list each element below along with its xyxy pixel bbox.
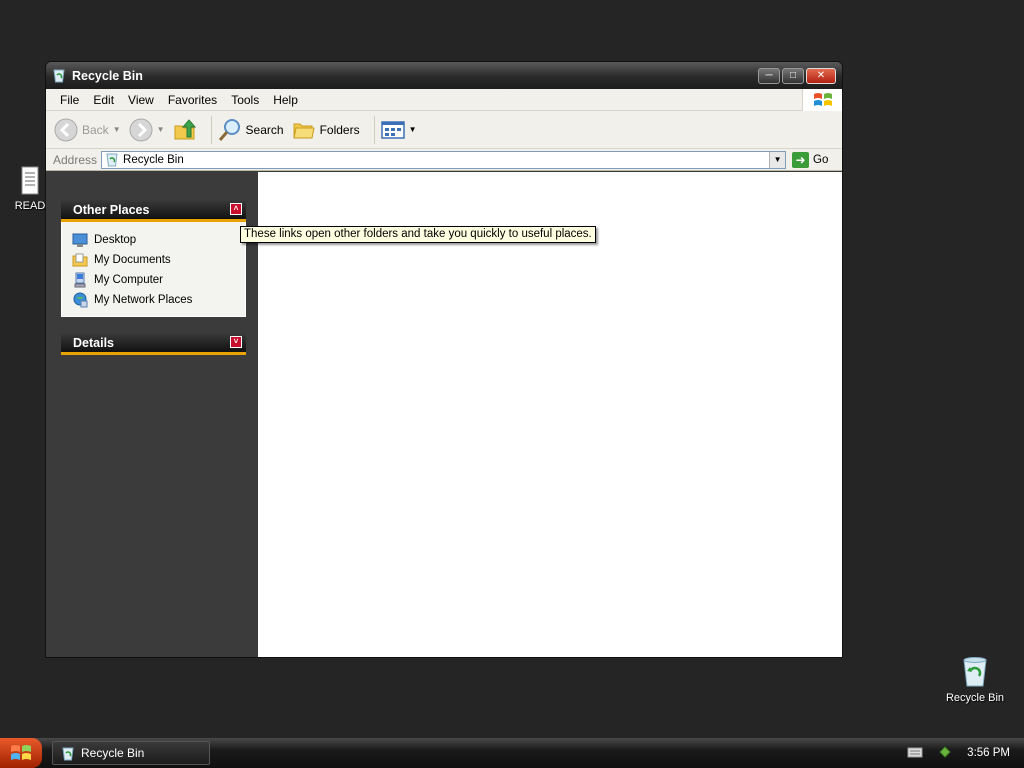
text-file-icon	[21, 166, 39, 195]
menu-help[interactable]: Help	[266, 93, 305, 107]
go-label: Go	[813, 153, 829, 166]
maximize-button[interactable]: □	[782, 67, 804, 84]
windows-logo-icon	[11, 745, 31, 760]
back-label: Back	[82, 122, 109, 137]
go-button[interactable]: ➜ Go	[792, 151, 829, 168]
recycle-bin-icon	[963, 657, 987, 687]
views-button[interactable]: ▼	[380, 120, 417, 140]
window-title: Recycle Bin	[72, 68, 143, 83]
link-label: Desktop	[94, 234, 137, 246]
back-button[interactable]: Back	[54, 118, 109, 142]
forward-dropdown-icon[interactable]: ▼	[157, 125, 165, 134]
start-button[interactable]	[0, 738, 42, 768]
taskbar: Recycle Bin 3:56 PM	[0, 738, 1024, 768]
menu-favorites[interactable]: Favorites	[161, 93, 224, 107]
details-title: Details	[73, 335, 114, 350]
address-bar: Address Recycle Bin ▼ ➜ Go	[46, 149, 842, 171]
maximize-icon: □	[789, 70, 797, 81]
recycle-bin-icon	[53, 69, 65, 83]
go-arrow-icon: ➜	[792, 151, 810, 168]
close-button[interactable]: ✕	[806, 67, 836, 84]
recycle-bin-icon	[62, 747, 74, 760]
tooltip: These links open other folders and take …	[240, 226, 596, 243]
desktop-icon-label: READ	[14, 200, 46, 212]
expand-icon[interactable]: ˅	[230, 336, 242, 348]
details-header[interactable]: Details ˅	[61, 333, 246, 355]
other-places-title: Other Places	[73, 202, 150, 217]
link-my-network-places[interactable]: My Network Places	[72, 290, 245, 310]
explorer-window: Recycle Bin ─ □ ✕ File Edit View Favorit…	[45, 61, 843, 658]
link-label: My Network Places	[94, 294, 193, 306]
up-folder-button[interactable]	[173, 118, 197, 142]
title-bar[interactable]: Recycle Bin ─ □ ✕	[46, 62, 842, 89]
file-list-view[interactable]	[258, 172, 842, 657]
back-dropdown-icon[interactable]: ▼	[113, 125, 121, 134]
search-label: Search	[245, 122, 284, 137]
forward-arrow-icon	[129, 118, 153, 141]
desktop-icon	[72, 233, 88, 247]
network-status-icon[interactable]	[937, 744, 953, 763]
my-documents-icon	[72, 253, 88, 267]
system-tray: 3:56 PM	[893, 738, 1024, 768]
link-my-computer[interactable]: My Computer	[72, 270, 245, 290]
menu-view[interactable]: View	[121, 93, 161, 107]
views-dropdown-icon: ▼	[408, 125, 417, 134]
address-field[interactable]: Recycle Bin ▼	[101, 150, 787, 169]
folders-icon	[292, 123, 315, 138]
keyboard-icon[interactable]	[907, 746, 923, 761]
window-content: Other Places ˄ Desktop My Documents My C…	[46, 172, 842, 657]
views-icon	[380, 120, 405, 139]
other-places-header[interactable]: Other Places ˄	[61, 200, 246, 222]
menu-file[interactable]: File	[53, 93, 86, 107]
network-places-icon	[73, 292, 88, 308]
menu-bar: File Edit View Favorites Tools Help	[46, 89, 842, 111]
search-icon	[218, 118, 240, 141]
address-dropdown-button[interactable]: ▼	[769, 151, 786, 168]
recycle-bin-icon	[106, 153, 118, 167]
desktop-icon-recycle-bin[interactable]: Recycle Bin	[940, 656, 1010, 704]
standard-toolbar: Back ▼ ▼ Search Folders ▼	[46, 111, 842, 149]
link-label: My Computer	[94, 274, 164, 286]
toolbar-separator	[373, 115, 375, 144]
chevron-down-icon: ▼	[773, 155, 782, 164]
windows-logo-icon	[802, 89, 842, 111]
toolbar-separator	[210, 115, 212, 144]
close-icon: ✕	[816, 70, 826, 81]
desktop-icon-label: Recycle Bin	[945, 692, 1005, 704]
desktop-icon-readme[interactable]: READ	[10, 166, 50, 212]
taskbar-item-label: Recycle Bin	[81, 746, 145, 760]
back-arrow-icon	[54, 118, 78, 141]
clock[interactable]: 3:56 PM	[967, 747, 1010, 759]
link-desktop[interactable]: Desktop	[72, 230, 245, 250]
folders-label: Folders	[319, 122, 360, 137]
search-button[interactable]: Search	[218, 118, 284, 142]
other-places-panel: Other Places ˄ Desktop My Documents My C…	[61, 200, 246, 317]
details-panel: Details ˅	[61, 333, 246, 355]
address-label: Address	[53, 152, 98, 167]
minimize-icon: ─	[765, 70, 773, 81]
forward-button[interactable]	[129, 118, 153, 142]
task-pane: Other Places ˄ Desktop My Documents My C…	[46, 172, 258, 657]
link-label: My Documents	[94, 254, 171, 266]
taskbar-item-recycle-bin[interactable]: Recycle Bin	[52, 741, 210, 765]
up-folder-icon	[174, 118, 196, 139]
link-my-documents[interactable]: My Documents	[72, 250, 245, 270]
menu-edit[interactable]: Edit	[86, 93, 121, 107]
menu-tools[interactable]: Tools	[224, 93, 266, 107]
minimize-button[interactable]: ─	[758, 67, 780, 84]
address-value: Recycle Bin	[123, 153, 184, 166]
folders-button[interactable]: Folders	[292, 118, 360, 142]
collapse-icon[interactable]: ˄	[230, 203, 242, 215]
my-computer-icon	[74, 272, 86, 288]
